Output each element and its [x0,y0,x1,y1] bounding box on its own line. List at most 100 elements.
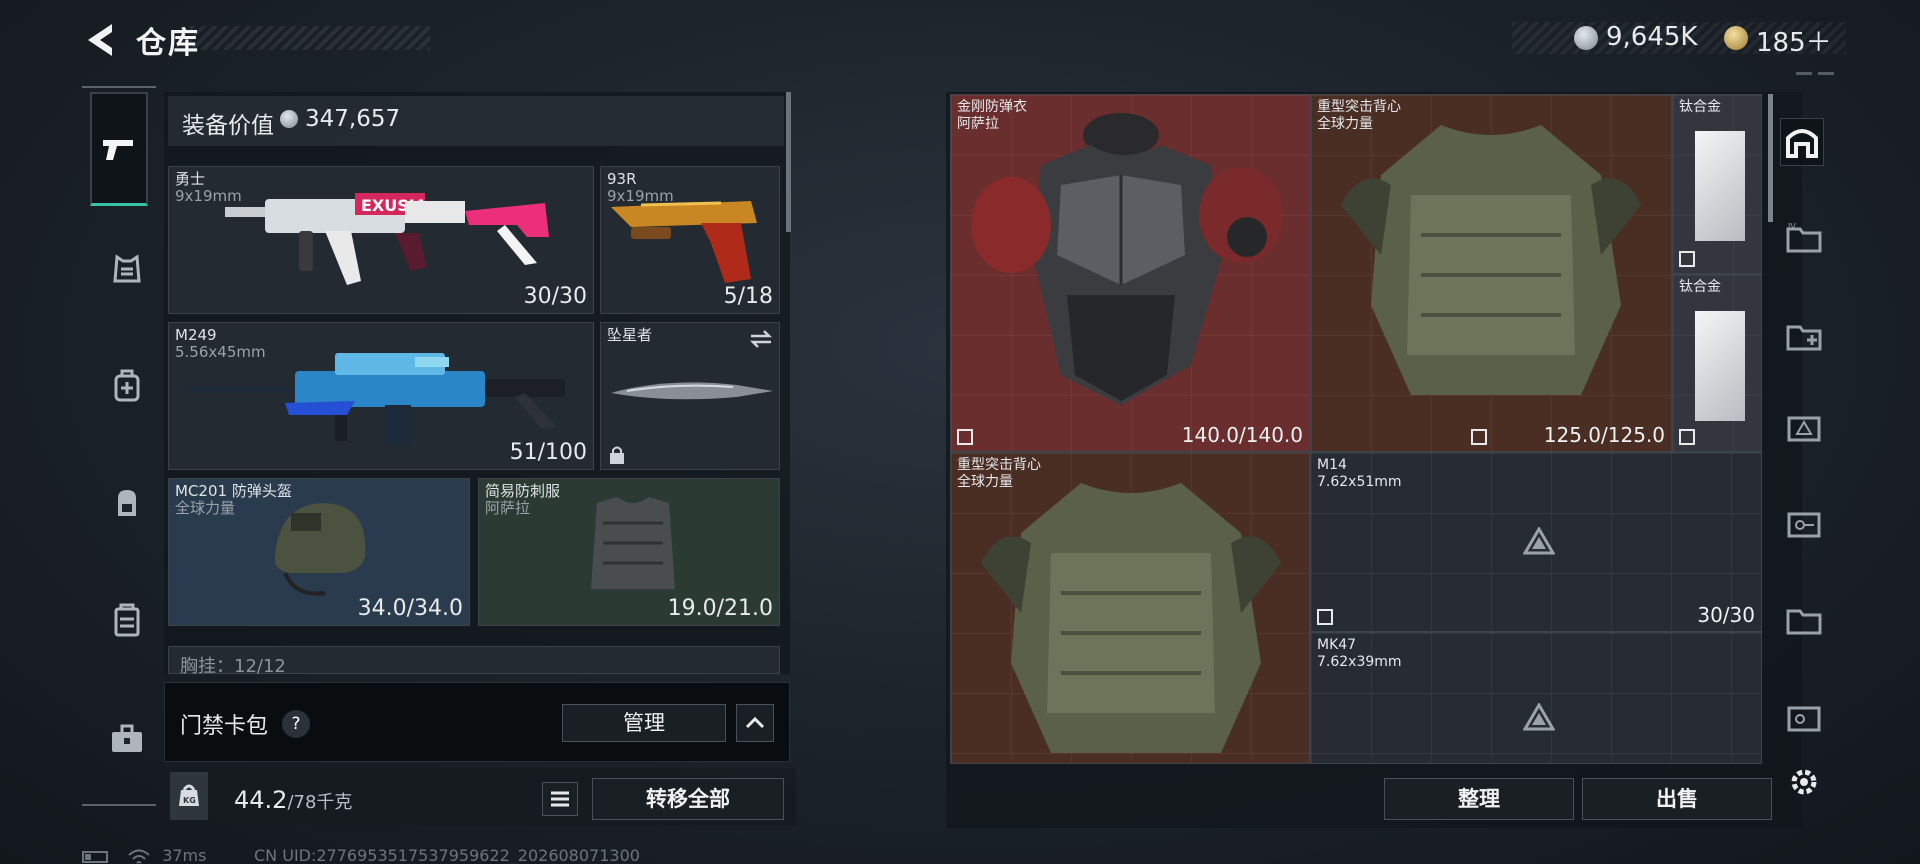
settings-button[interactable] [1780,758,1828,806]
chest-rig-label: 胸挂：12/12 [180,656,286,677]
slot-secondary-weapon[interactable]: 93R 9x19mm 5/18 [600,166,780,314]
folder-icon [1786,609,1822,635]
swap-icon[interactable] [749,329,773,349]
equipment-value: 347,657 [305,106,401,132]
item-count: 140.0/140.0 [1181,423,1303,447]
gold-currency[interactable]: 185＋ [1756,22,1832,59]
silver-coin-icon [1574,26,1598,50]
storage-tab-add[interactable] [1780,312,1828,360]
card-pack-label: 门禁卡包 [180,714,269,739]
lmg-image [185,353,565,445]
slot-heavy-weapon[interactable]: M249 5.56x45mm 51/100 [168,322,594,470]
lock-icon [610,446,624,464]
storage-tab-4[interactable]: IV [1780,214,1828,262]
rig-icon [114,603,140,637]
back-arrow-icon[interactable] [82,20,118,60]
no-insure-icon [957,429,973,445]
item-count: 125.0/125.0 [1543,423,1665,447]
tidy-button[interactable]: 整理 [1384,778,1574,820]
equipment-value-label: 装备价值 [182,113,274,139]
storage-scrollbar[interactable] [1768,94,1773,222]
no-insure-icon [1317,609,1333,625]
weight-icon: KG [170,772,208,820]
sell-button[interactable]: 出售 [1582,778,1772,820]
title-stripe [190,26,430,50]
slot-body-armor[interactable]: 简易防刺服 阿萨拉 19.0/21.0 [478,478,780,626]
slot-helmet[interactable]: MC201 防弹头盔 全球力量 34.0/34.0 [168,478,470,626]
weight-current: 44.2 [234,786,288,814]
titanium-plate-image [1695,131,1745,241]
loadout-scrollbar[interactable] [786,92,791,232]
manage-button[interactable]: 管理 [562,704,726,742]
storage-grid: 金刚防弹衣 阿萨拉 140.0/140.0 重型突击背心 全球力量 125.0/… [950,94,1762,764]
storage-item[interactable]: 金刚防弹衣 阿萨拉 140.0/140.0 [950,94,1310,452]
no-insure-icon [1679,429,1695,445]
window-controls [1796,64,1836,75]
item-count: 30/30 [523,284,587,309]
key-case-icon [1787,706,1821,732]
item-brand: 全球力量 [175,499,236,517]
silver-currency: 9,645K [1606,22,1698,52]
item-name: 钛合金 [1679,279,1721,295]
storage-tab-folder[interactable] [1780,596,1828,644]
storage-item[interactable]: 重型突击背心 全球力量 125.0/125.0 [1310,94,1672,452]
list-view-button[interactable] [542,782,578,816]
silver-coin-icon [280,110,298,128]
help-button[interactable]: ? [282,710,310,738]
vest-image [591,497,675,589]
item-name: 简易防刺服 [485,482,561,500]
svg-text:IV: IV [1788,223,1796,231]
key-case-icon [1787,512,1821,538]
triangle-icon [1523,703,1555,731]
item-name: MK47 [1317,637,1357,653]
triangle-icon [1523,527,1555,555]
collapse-button[interactable] [736,704,774,742]
storage-tab-medical[interactable] [1780,404,1828,452]
page-title: 仓库 [136,26,200,61]
item-count: 5/18 [723,284,773,309]
backpack-icon [118,490,136,516]
tab-toolbox[interactable] [98,710,156,768]
medic-case-icon [1787,416,1821,442]
item-name: 93R [607,170,637,188]
armor-image [971,113,1283,405]
slot-melee[interactable]: 坠星者 [600,322,780,470]
item-brand: 阿萨拉 [485,499,531,517]
item-brand: 7.62x51mm [1317,474,1402,490]
vest-image [981,483,1281,753]
no-insure-icon [1679,251,1695,267]
item-name: 钛合金 [1679,99,1721,115]
transfer-all-button[interactable]: 转移全部 [592,778,784,820]
slot-primary-weapon[interactable]: 勇士 9x19mm EXUSIA 30/30 [168,166,594,314]
pistol-icon [103,139,133,160]
user-uid: CN UID:2776953517537959622_202608071300 [254,846,640,864]
storage-item[interactable]: 钛合金 [1672,274,1762,452]
storage-item[interactable]: 重型突击背心 全球力量 [950,452,1310,764]
item-count: 34.0/34.0 [357,596,463,621]
svg-text:KG: KG [183,796,196,805]
item-name: 坠星者 [607,326,653,344]
storage-item[interactable]: 钛合金 [1672,94,1762,274]
folder-add-icon [1786,325,1822,351]
tab-weapons[interactable] [90,92,148,206]
tab-backpack[interactable] [98,474,156,532]
storage-item[interactable]: MK47 7.62x39mm [1310,632,1762,764]
storage-item[interactable]: M14 7.62x51mm 30/30 [1310,452,1762,632]
weight-capacity: /78千克 [287,792,353,813]
no-insure-icon [1471,429,1487,445]
weight-value: 44.2/78千克 [234,786,352,814]
storage-tab-extra[interactable] [1780,694,1828,742]
tab-armor[interactable] [98,240,156,298]
settings-icon [1791,769,1817,795]
item-name: 勇士 [175,170,206,188]
wifi-icon [128,849,150,864]
tab-medical[interactable] [98,356,156,414]
rail-top-line [82,86,156,88]
battery-icon [82,850,108,863]
storage-tab-keys[interactable] [1780,500,1828,548]
rail-bottom-line [82,804,156,806]
storage-tab-main[interactable] [1780,118,1824,166]
smg-image: EXUSIA [225,193,549,285]
tab-chest-rig[interactable] [98,592,156,650]
toolbox-icon [112,724,142,752]
